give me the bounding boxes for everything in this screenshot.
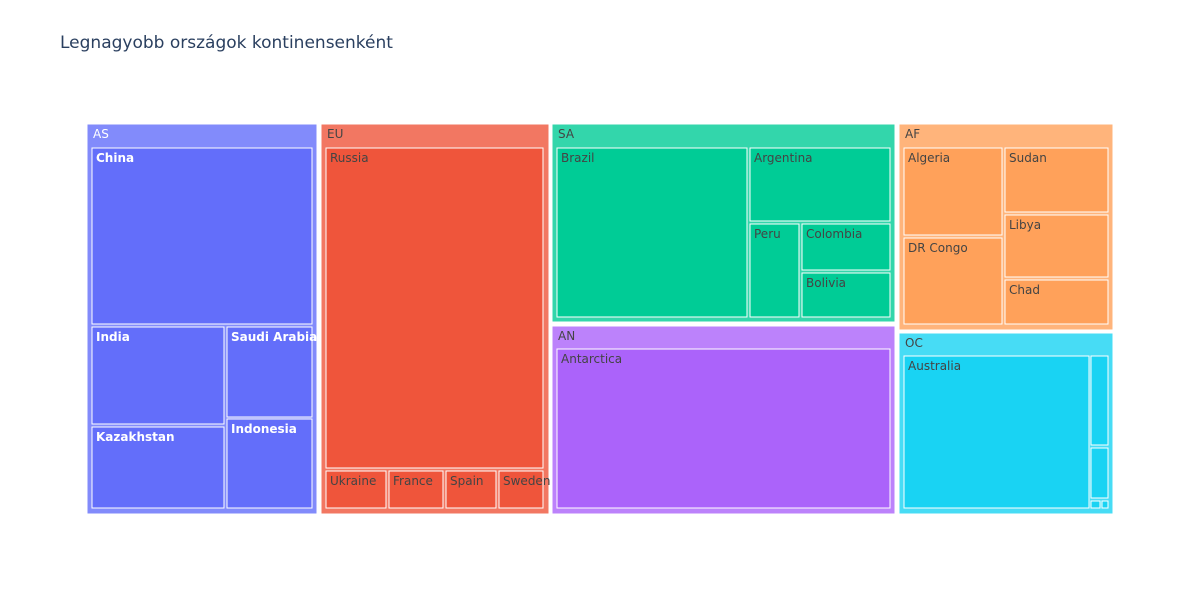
country-small-3[interactable] <box>1090 500 1101 509</box>
country-colombia-label: Colombia <box>806 227 862 241</box>
country-australia-label: Australia <box>908 359 961 373</box>
group-as[interactable]: AS China India Saudi Arabia Kazakhstan Indone… <box>86 123 318 515</box>
country-sudan-label: Sudan <box>1009 151 1047 165</box>
group-af[interactable]: AF Algeria DR Congo Sudan Libya Chad <box>898 123 1114 331</box>
country-ukraine-label: Ukraine <box>330 474 376 488</box>
country-algeria-label: Algeria <box>908 151 950 165</box>
country-australia[interactable] <box>903 355 1090 509</box>
country-sweden-label: Sweden <box>503 474 550 488</box>
treemap-chart: AS China India Saudi Arabia Kazakhstan Indone… <box>86 123 1114 515</box>
group-as-label: AS <box>93 127 109 141</box>
country-peru-label: Peru <box>754 227 781 241</box>
country-spain-label: Spain <box>450 474 484 488</box>
country-antarctica[interactable] <box>556 348 891 509</box>
group-an-label: AN <box>558 329 575 343</box>
country-kazakhstan-label: Kazakhstan <box>96 430 175 444</box>
group-sa[interactable]: SA Brazil Argentina Peru Colombia Bolivia <box>551 123 896 323</box>
country-brazil[interactable] <box>556 147 748 318</box>
country-small-1[interactable] <box>1090 355 1109 446</box>
country-france-label: France <box>393 474 433 488</box>
group-sa-label: SA <box>558 127 575 141</box>
country-chad-label: Chad <box>1009 283 1040 297</box>
group-oc-label: OC <box>905 336 923 350</box>
country-brazil-label: Brazil <box>561 151 595 165</box>
group-oc[interactable]: OC Australia <box>898 332 1114 515</box>
country-russia-label: Russia <box>330 151 369 165</box>
country-argentina-label: Argentina <box>754 151 813 165</box>
country-libya-label: Libya <box>1009 218 1041 232</box>
country-china-label: China <box>96 151 134 165</box>
group-an[interactable]: AN Antarctica <box>551 325 896 515</box>
country-bolivia-label: Bolivia <box>806 276 846 290</box>
country-saudi-arabia-label: Saudi Arabia <box>231 330 317 344</box>
country-india-label: India <box>96 330 130 344</box>
group-af-label: AF <box>905 127 920 141</box>
group-eu-label: EU <box>327 127 343 141</box>
country-small-2[interactable] <box>1090 447 1109 499</box>
country-dr-congo-label: DR Congo <box>908 241 968 255</box>
group-eu[interactable]: EU Russia Ukraine France Spain Sweden <box>320 123 550 515</box>
country-russia[interactable] <box>325 147 544 469</box>
country-indonesia-label: Indonesia <box>231 422 297 436</box>
country-small-4[interactable] <box>1101 500 1109 509</box>
country-antarctica-label: Antarctica <box>561 352 622 366</box>
country-china[interactable] <box>91 147 313 325</box>
